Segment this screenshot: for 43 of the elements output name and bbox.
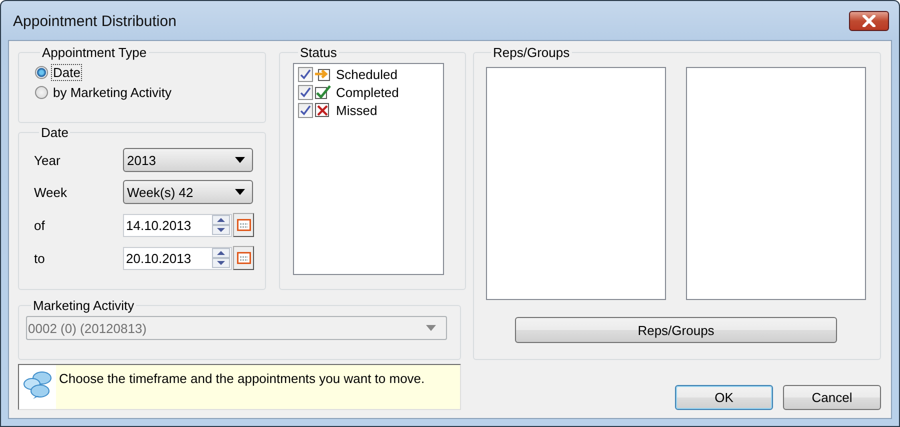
status-label: Missed (336, 102, 378, 118)
cross-icon (315, 102, 331, 118)
dropdown-arrow-icon (235, 189, 245, 195)
calendar-button[interactable] (233, 246, 254, 270)
group-label: Status (299, 45, 338, 60)
window-title: Appointment Distribution (13, 13, 176, 30)
calendar-icon (236, 252, 250, 264)
checkbox[interactable] (298, 66, 313, 82)
field-label: Week (34, 184, 68, 200)
help-text: Choose the timeframe and the appointments you want to move. (58, 370, 425, 388)
group-label: Date (40, 125, 70, 140)
checkbox[interactable] (298, 84, 313, 100)
spinner-icon[interactable] (212, 248, 230, 268)
check-icon (315, 84, 331, 100)
dropdown[interactable]: Week(s) 42 (123, 180, 253, 204)
group-label: Reps/Groups (492, 45, 571, 60)
calendar-icon (236, 219, 250, 231)
reps-groups-button[interactable]: Reps/Groups (515, 317, 837, 343)
field-label: of (34, 218, 46, 232)
radio-label: Date (51, 64, 82, 80)
dropdown[interactable]: 2013 (123, 148, 253, 172)
date-field[interactable]: 20.10.2013 (123, 246, 232, 270)
group-label: Marketing Activity (32, 298, 136, 313)
radio-button[interactable] (35, 86, 48, 98)
close-icon (862, 15, 876, 27)
field-label: Year (34, 152, 62, 168)
field-label: to (34, 250, 46, 266)
close-button[interactable] (849, 11, 889, 31)
help-bubbles-icon (22, 371, 52, 399)
dropdown-arrow-icon (235, 157, 245, 163)
spinner-icon[interactable] (212, 215, 230, 235)
group-label: Appointment Type (41, 45, 148, 60)
status-label: Scheduled (336, 66, 398, 82)
dropdown-arrow-icon (426, 325, 436, 331)
arrow-icon (315, 66, 331, 82)
dialog-button[interactable]: OK (675, 385, 773, 410)
checkbox[interactable] (298, 102, 313, 118)
calendar-button[interactable] (233, 213, 254, 237)
radio-button[interactable] (35, 66, 48, 78)
status-label: Completed (336, 84, 399, 100)
radio-label: by Marketing Activity (52, 84, 172, 100)
date-field[interactable]: 14.10.2013 (123, 214, 232, 236)
dialog-button[interactable]: Cancel (783, 385, 881, 410)
